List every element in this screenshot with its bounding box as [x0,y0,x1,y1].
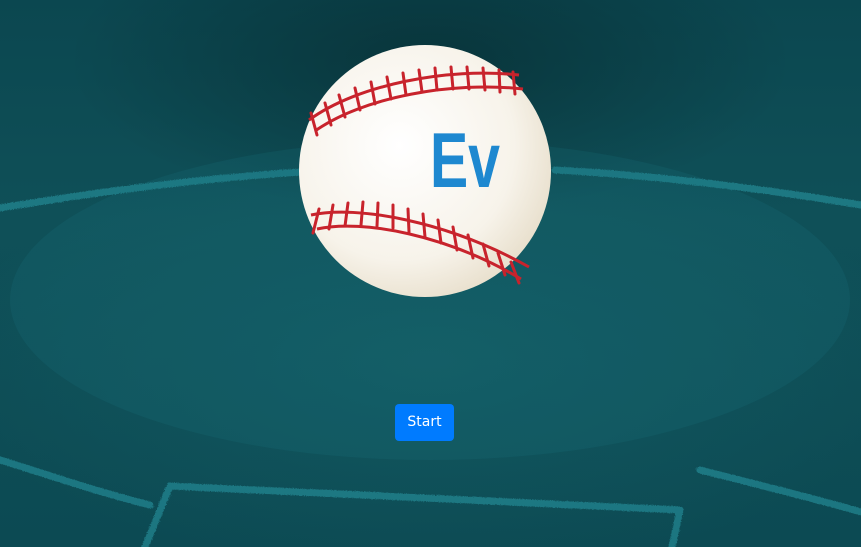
baseball-logo: Ev [299,45,551,297]
start-button[interactable]: Start [395,404,454,441]
logo-text: Ev [430,116,500,204]
